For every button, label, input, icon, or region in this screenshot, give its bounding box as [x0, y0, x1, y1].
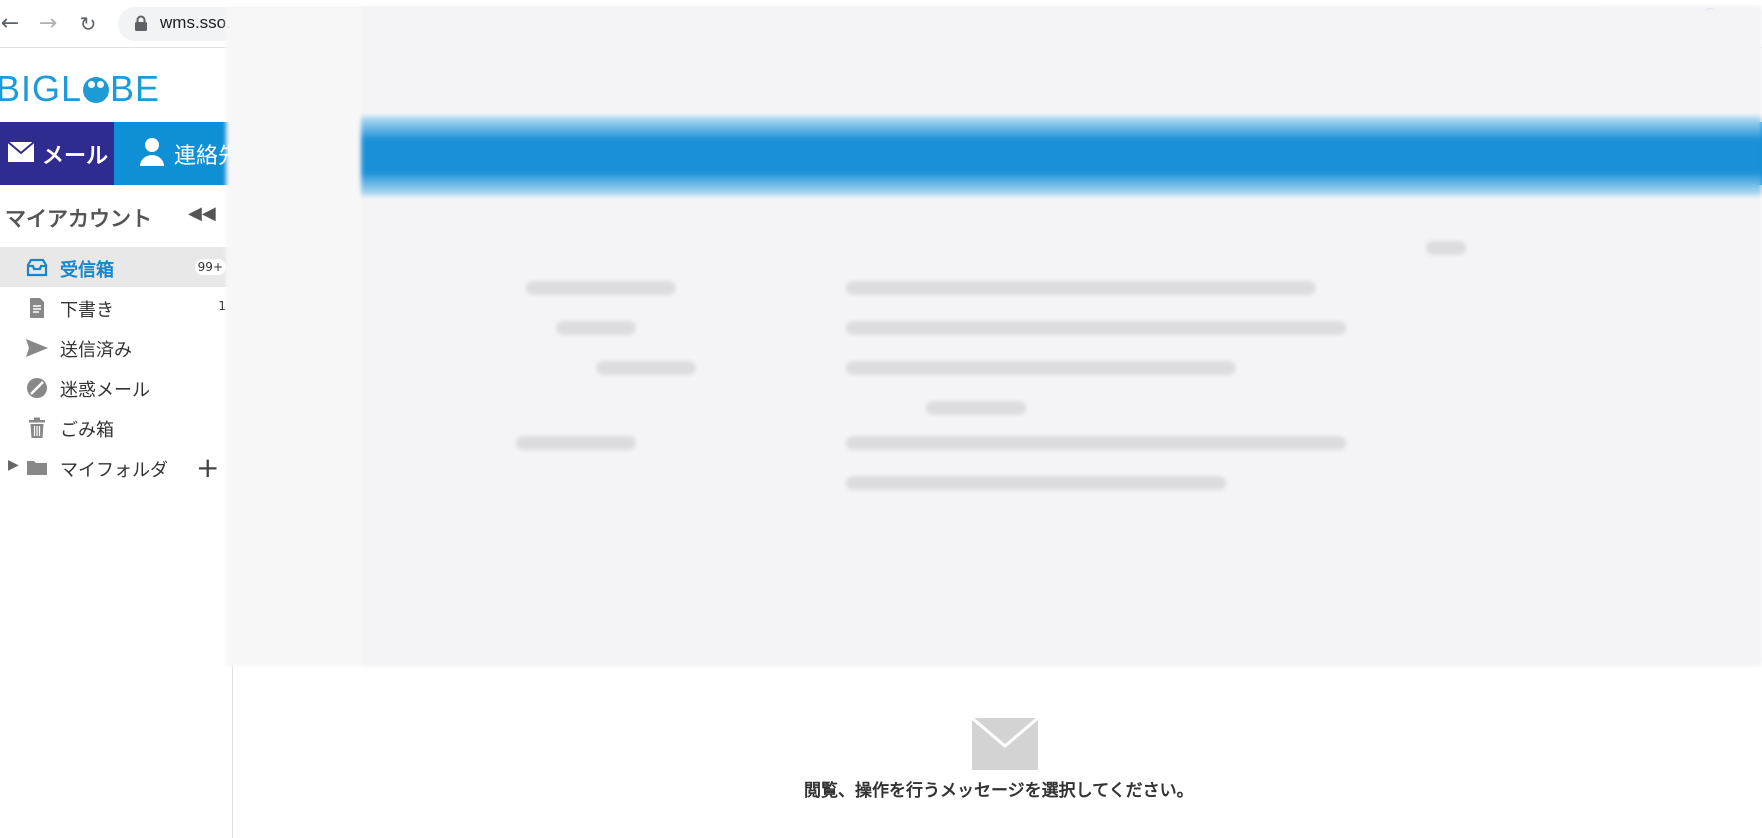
- sidebar-item-label: マイフォルダ: [60, 460, 168, 481]
- draft-icon: [26, 297, 48, 319]
- sidebar-item-drafts[interactable]: 下書き 1: [0, 287, 232, 327]
- sidebar-item-label: 受信箱: [60, 260, 114, 281]
- biglobe-logo[interactable]: BIGL BE: [0, 68, 160, 110]
- person-icon: [139, 137, 165, 173]
- sidebar-item-sent[interactable]: 送信済み: [0, 327, 232, 367]
- sidebar-item-label: 迷惑メール: [60, 380, 150, 401]
- collapse-sidebar-icon[interactable]: ◀◀: [188, 203, 216, 224]
- expand-triangle-icon[interactable]: ▶: [8, 457, 19, 473]
- add-folder-icon[interactable]: +: [196, 451, 219, 484]
- account-title: マイアカウント: [5, 207, 152, 231]
- tab-mail-label: メール: [42, 144, 109, 169]
- url-text: wms.sso.: [160, 13, 231, 32]
- inbox-icon: [26, 257, 48, 279]
- sidebar-item-label: 下書き: [60, 300, 114, 321]
- spam-icon: [26, 377, 48, 399]
- sidebar-item-label: 送信済み: [60, 340, 132, 361]
- folder-icon: [26, 457, 48, 479]
- sidebar-item-myfolder[interactable]: ▶ マイフォルダ +: [0, 447, 232, 487]
- sidebar-item-inbox[interactable]: 受信箱 99+: [0, 247, 232, 287]
- reload-icon[interactable]: ↻: [74, 10, 102, 38]
- folder-sidebar: マイアカウント ◀◀ 受信箱 99+ 下書き 1 送信済み 迷惑メール ごみ箱 …: [0, 185, 233, 838]
- envelope-placeholder-icon: [971, 716, 1039, 770]
- unread-count-badge: 99+: [194, 259, 226, 275]
- envelope-icon: [7, 141, 35, 168]
- send-icon: [26, 337, 48, 359]
- draft-count: 1: [218, 299, 226, 313]
- trash-icon: [26, 417, 48, 439]
- sidebar-item-trash[interactable]: ごみ箱: [0, 407, 232, 447]
- empty-reading-pane-message: 閲覧、操作を行うメッセージを選択してください。: [804, 781, 1194, 801]
- sidebar-item-spam[interactable]: 迷惑メール: [0, 367, 232, 407]
- sidebar-item-label: ごみ箱: [60, 420, 114, 441]
- forward-arrow-icon[interactable]: →: [34, 10, 62, 38]
- back-arrow-icon[interactable]: ←: [0, 10, 24, 38]
- tab-mail[interactable]: メール: [0, 122, 114, 185]
- blurred-message-list: [226, 6, 1762, 666]
- lock-icon: [134, 15, 148, 32]
